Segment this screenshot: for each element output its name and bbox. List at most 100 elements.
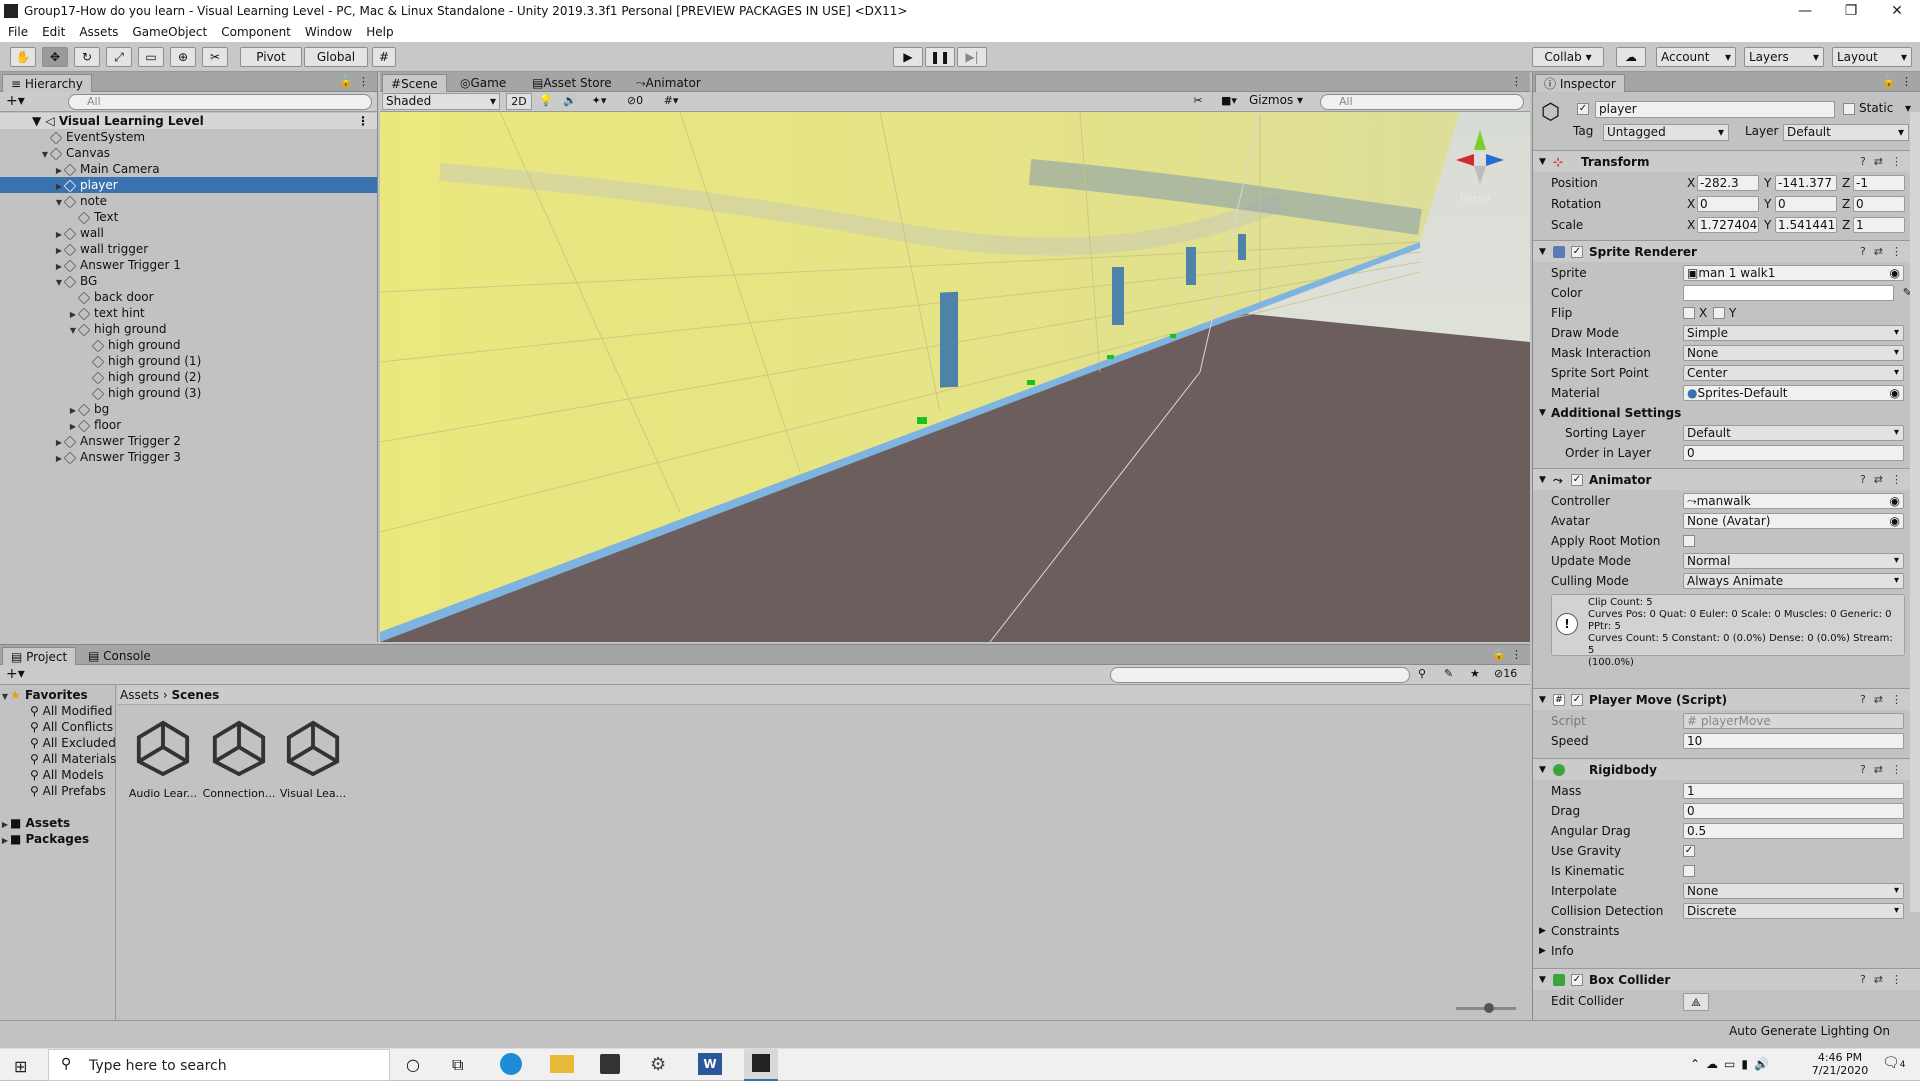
hierarchy-item[interactable]: ▼ note <box>0 193 377 209</box>
search-by-type-icon[interactable]: ⚲ <box>1418 667 1426 680</box>
is-kinematic-checkbox[interactable] <box>1683 865 1695 877</box>
rect-tool-icon[interactable]: ▭ <box>138 47 164 67</box>
hidden-packages-toggle[interactable]: ⊘16 <box>1494 667 1517 680</box>
position-x-field[interactable]: -282.3 <box>1697 175 1759 191</box>
project-search-input[interactable] <box>1110 667 1410 683</box>
collapsed-arrow-icon[interactable]: ▶ <box>54 451 64 467</box>
scale-z-field[interactable]: 1 <box>1853 217 1905 233</box>
static-checkbox[interactable] <box>1843 103 1855 115</box>
sprite-field[interactable]: ▣man 1 walk1 ◉ <box>1683 265 1904 281</box>
component-header-icons[interactable]: ?⇄⋮ <box>1860 469 1910 491</box>
expand-arrow-icon[interactable]: ▼ <box>1539 469 1546 491</box>
collapsed-arrow-icon[interactable]: ▶ <box>0 833 10 849</box>
create-plus-icon[interactable]: +▾ <box>6 93 25 109</box>
animator-enabled-checkbox[interactable]: ✓ <box>1571 474 1583 486</box>
unity-taskbar-icon[interactable] <box>744 1049 778 1081</box>
expand-arrow-icon[interactable]: ▼ <box>1539 241 1546 263</box>
custom-tool-icon[interactable]: ✂ <box>202 47 228 67</box>
player-move-enabled-checkbox[interactable]: ✓ <box>1571 694 1583 706</box>
object-picker-icon[interactable]: ◉ <box>1890 266 1900 280</box>
cortana-icon[interactable]: ○ <box>406 1055 420 1074</box>
snap-icon[interactable]: # <box>372 47 396 67</box>
object-picker-icon[interactable]: ◉ <box>1890 386 1900 400</box>
favorite-item[interactable]: ⚲ All Conflicts <box>0 719 115 735</box>
taskbar-clock[interactable]: 4:46 PM 7/21/2020 <box>1808 1051 1872 1077</box>
active-checkbox[interactable]: ✓ <box>1577 103 1589 115</box>
lock-icon[interactable]: 🔒 <box>1492 648 1506 661</box>
kebab-menu-icon[interactable]: ⋮ <box>1901 75 1912 88</box>
flip-y-checkbox[interactable] <box>1713 307 1725 319</box>
hierarchy-item[interactable]: ▼ BG <box>0 273 377 289</box>
close-button[interactable]: ✕ <box>1874 3 1920 19</box>
hidden-objects-toggle[interactable]: ⊘0 <box>618 93 652 110</box>
scene-root-row[interactable]: ▼ ◁ Visual Learning Level ⋮ <box>0 113 377 129</box>
tab-game[interactable]: ◎ Game <box>452 74 514 92</box>
edit-collider-button[interactable]: ⟁ <box>1683 993 1709 1011</box>
hierarchy-item[interactable]: ▶ wall <box>0 225 377 241</box>
breadcrumb-assets[interactable]: Assets <box>120 688 159 702</box>
material-field[interactable]: ●Sprites-Default ◉ <box>1683 385 1904 401</box>
menu-edit[interactable]: Edit <box>34 25 71 39</box>
menu-help[interactable]: Help <box>358 25 399 39</box>
kebab-menu-icon[interactable]: ⋮ <box>358 75 369 88</box>
collapsed-arrow-icon[interactable]: ▶ <box>1539 922 1546 940</box>
lock-icon[interactable]: 🔒 <box>339 75 353 88</box>
tab-inspector[interactable]: ⓘ Inspector <box>1535 74 1625 92</box>
hierarchy-item[interactable]: high ground (2) <box>0 369 377 385</box>
camera-icon[interactable]: ■▾ <box>1214 93 1244 110</box>
interpolate-dropdown[interactable]: None <box>1683 883 1904 899</box>
culling-mode-dropdown[interactable]: Always Animate <box>1683 573 1904 589</box>
tab-scene[interactable]: # Scene <box>382 74 447 92</box>
tools-icon[interactable]: ✂ <box>1188 93 1208 110</box>
transform-header[interactable]: ▼ ⊹ Transform ?⇄⋮ <box>1533 150 1920 172</box>
layer-dropdown[interactable]: Default ▾ <box>1783 124 1909 141</box>
assets-folder-row[interactable]: ▶ ■ Assets <box>0 815 115 831</box>
hierarchy-item[interactable]: ▼ high ground <box>0 321 377 337</box>
hierarchy-item[interactable]: EventSystem <box>0 129 377 145</box>
global-toggle[interactable]: Global <box>304 47 368 67</box>
scene-viewport[interactable]: Persp <box>379 111 1530 643</box>
windows-start-icon[interactable]: ⊞ <box>14 1057 27 1076</box>
lock-icon[interactable]: 🔒 <box>1882 75 1896 88</box>
expand-arrow-icon[interactable]: ▼ <box>1539 969 1546 991</box>
2d-toggle[interactable]: 2D <box>506 93 532 110</box>
sprite-renderer-header[interactable]: ▼ ✓ Sprite Renderer ?⇄⋮ <box>1533 240 1920 262</box>
tag-dropdown[interactable]: Untagged ▾ <box>1603 124 1729 141</box>
pivot-toggle[interactable]: Pivot <box>240 47 302 67</box>
component-header-icons[interactable]: ?⇄⋮ <box>1860 969 1910 991</box>
constraints-foldout[interactable]: ▶ Constraints <box>1533 922 1920 940</box>
additional-settings-foldout[interactable]: ▼ Additional Settings <box>1533 404 1920 422</box>
expand-arrow-icon[interactable]: ▼ <box>1539 404 1546 422</box>
collab-button[interactable]: Collab ▾ <box>1532 47 1604 67</box>
component-header-icons[interactable]: ?⇄⋮ <box>1860 151 1910 173</box>
scale-y-field[interactable]: 1.541441 <box>1775 217 1837 233</box>
hierarchy-item[interactable]: ▶ Answer Trigger 3 <box>0 449 377 465</box>
menu-file[interactable]: File <box>0 25 34 39</box>
move-tool-icon[interactable]: ✥ <box>42 47 68 67</box>
minimize-button[interactable]: — <box>1782 3 1828 19</box>
scene-asset-visual[interactable]: Visual Lea... <box>274 718 352 800</box>
draw-mode-dropdown[interactable]: Simple <box>1683 325 1904 341</box>
scene-expand-arrow-icon[interactable]: ▼ <box>0 114 41 128</box>
rotation-z-field[interactable]: 0 <box>1853 196 1905 212</box>
favorite-item[interactable]: ⚲ All Models <box>0 767 115 783</box>
word-app-icon[interactable]: W <box>698 1053 722 1075</box>
hierarchy-search-input[interactable]: All <box>68 94 372 110</box>
rigidbody-header[interactable]: ▼ Rigidbody ?⇄⋮ <box>1533 758 1920 780</box>
use-gravity-checkbox[interactable]: ✓ <box>1683 845 1695 857</box>
sprite-renderer-enabled-checkbox[interactable]: ✓ <box>1571 246 1583 258</box>
system-tray-icons[interactable]: ⌃☁▭▮🔊 <box>1690 1057 1775 1071</box>
effects-icon[interactable]: ✦▾ <box>584 93 614 110</box>
mask-interaction-dropdown[interactable]: None <box>1683 345 1904 361</box>
hierarchy-item[interactable]: back door <box>0 289 377 305</box>
component-header-icons[interactable]: ?⇄⋮ <box>1860 759 1910 781</box>
grid-icon[interactable]: #▾ <box>654 93 688 110</box>
favorite-star-icon[interactable]: ★ <box>1470 667 1480 680</box>
order-in-layer-field[interactable]: 0 <box>1683 445 1904 461</box>
audio-icon[interactable]: 🔊 <box>560 93 580 110</box>
hierarchy-item[interactable]: ▶ Answer Trigger 1 <box>0 257 377 273</box>
sorting-layer-dropdown[interactable]: Default <box>1683 425 1904 441</box>
rotation-x-field[interactable]: 0 <box>1697 196 1759 212</box>
flip-x-checkbox[interactable] <box>1683 307 1695 319</box>
scale-x-field[interactable]: 1.727404 <box>1697 217 1759 233</box>
